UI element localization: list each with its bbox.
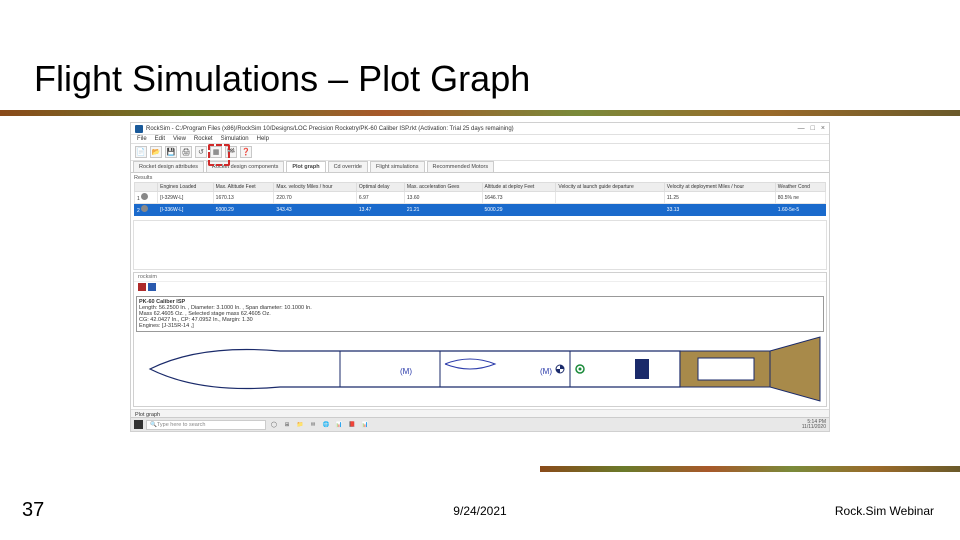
tab-rocket-design-attributes[interactable]: Rocket design attributes bbox=[133, 161, 204, 172]
cell: 1646.73 bbox=[482, 192, 556, 204]
slide-title: Flight Simulations – Plot Graph bbox=[34, 58, 530, 100]
cell: [I-329W-L] bbox=[158, 192, 214, 204]
tab-flight-simulations[interactable]: Flight simulations bbox=[370, 161, 425, 172]
windows-taskbar: 🔍 Type here to search ◯ ⊞ 📁 ✉ 🌐 📊 📕 📊 5:… bbox=[131, 417, 829, 431]
mass-marker-1: (M) bbox=[400, 367, 412, 376]
rocket-tab-label[interactable]: rocksim bbox=[138, 274, 157, 280]
cell: [I-336W-L] bbox=[158, 204, 214, 216]
task-view-icon[interactable]: ⊞ bbox=[282, 420, 292, 430]
empty-panel bbox=[133, 220, 827, 270]
menu-view[interactable]: View bbox=[173, 136, 186, 142]
app-tb-icon[interactable]: 📕 bbox=[347, 420, 357, 430]
clock-date: 11/11/2020 bbox=[802, 425, 826, 430]
print-icon[interactable]: 🖨 bbox=[180, 146, 192, 158]
accent-bar-bottom bbox=[540, 466, 960, 472]
plot-graph-icon[interactable]: ▦ bbox=[210, 146, 222, 158]
open-file-icon[interactable]: 📂 bbox=[150, 146, 162, 158]
col-weather[interactable]: Weather Cond bbox=[775, 183, 825, 192]
new-file-icon[interactable]: 📄 bbox=[135, 146, 147, 158]
top-view-icon[interactable] bbox=[148, 283, 156, 291]
menu-file[interactable]: File bbox=[137, 136, 147, 142]
save-icon[interactable]: 💾 bbox=[165, 146, 177, 158]
menu-help[interactable]: Help bbox=[257, 136, 269, 142]
footer-date: 9/24/2021 bbox=[453, 504, 506, 518]
help-icon[interactable]: ❓ bbox=[240, 146, 252, 158]
results-label: Results bbox=[134, 175, 826, 181]
cell: 11.25 bbox=[664, 192, 775, 204]
cell: 13.47 bbox=[356, 204, 404, 216]
cell bbox=[556, 192, 664, 204]
menu-simulation[interactable]: Simulation bbox=[221, 136, 249, 142]
col-vel-deploy[interactable]: Velocity at deployment Miles / hour bbox=[664, 183, 775, 192]
taskbar-search-input[interactable]: 🔍 Type here to search bbox=[146, 420, 266, 430]
mail-icon[interactable]: ✉ bbox=[308, 420, 318, 430]
cell bbox=[556, 204, 664, 216]
window-close-button[interactable]: × bbox=[821, 125, 825, 132]
mass-marker-2: (M) bbox=[540, 367, 552, 376]
col-max-accel[interactable]: Max. acceleration Gees bbox=[404, 183, 482, 192]
explorer-icon[interactable]: 📁 bbox=[295, 420, 305, 430]
row-status-icon bbox=[141, 205, 148, 212]
rocket-engines: Engines: [J-315R-14 ,] bbox=[139, 323, 821, 329]
row-status-icon bbox=[141, 193, 148, 200]
menu-rocket[interactable]: Rocket bbox=[194, 136, 213, 142]
app-titlebar: RockSim - C:/Program Files (x86)/RockSim… bbox=[131, 123, 829, 135]
cell: 80.5% ne bbox=[775, 192, 825, 204]
footer-title: Rock.Sim Webinar bbox=[835, 504, 934, 518]
tab-recommended-motors[interactable]: Recommended Motors bbox=[427, 161, 495, 172]
cell: 33.13 bbox=[664, 204, 775, 216]
powerpoint-icon[interactable]: 📊 bbox=[334, 420, 344, 430]
cell: 6.97 bbox=[356, 192, 404, 204]
app-icon bbox=[135, 125, 143, 133]
menu-edit[interactable]: Edit bbox=[155, 136, 165, 142]
rocket-diagram-panel: rocksim PK-60 Caliber ISP Length: 56.250… bbox=[133, 272, 827, 407]
toolbar: 📄 📂 💾 🖨 ↺ ▦ 🏁 ❓ bbox=[131, 144, 829, 161]
rocket-info-box: PK-60 Caliber ISP Length: 56.2500 In. , … bbox=[136, 296, 824, 332]
col-max-velocity[interactable]: Max. velocity Miles / hour bbox=[274, 183, 356, 192]
app-window-title: RockSim - C:/Program Files (x86)/RockSim… bbox=[146, 126, 514, 132]
rocket-diagram: (M) (M) bbox=[134, 334, 826, 404]
tab-plot-graph[interactable]: Plot graph bbox=[286, 161, 325, 172]
window-maximize-button[interactable]: □ bbox=[811, 125, 815, 132]
accent-bar-top bbox=[0, 110, 960, 116]
cell: 5000.29 bbox=[482, 204, 556, 216]
cell: 1670.13 bbox=[213, 192, 274, 204]
cg-marker-icon bbox=[556, 365, 564, 373]
cell: 13.60 bbox=[404, 192, 482, 204]
col-blank bbox=[135, 183, 158, 192]
app-tb-icon-2[interactable]: 📊 bbox=[360, 420, 370, 430]
table-row[interactable]: 1 [I-329W-L] 1670.13 220.70 6.97 13.60 1… bbox=[135, 192, 826, 204]
system-clock[interactable]: 5:14 PM 11/11/2020 bbox=[802, 420, 826, 430]
search-placeholder: Type here to search bbox=[157, 422, 206, 428]
app-window: RockSim - C:/Program Files (x86)/RockSim… bbox=[130, 122, 830, 432]
page-number: 37 bbox=[22, 499, 44, 522]
cell: 1.60-5e-5 bbox=[775, 204, 825, 216]
cell: 5000.29 bbox=[213, 204, 274, 216]
table-row-selected[interactable]: 2 [I-336W-L] 5000.29 343.43 13.47 21.21 … bbox=[135, 204, 826, 216]
cell: 220.70 bbox=[274, 192, 356, 204]
col-vel-launch[interactable]: Velocity at launch guide departure bbox=[556, 183, 664, 192]
cell: 21.21 bbox=[404, 204, 482, 216]
tab-cd-override[interactable]: Cd override bbox=[328, 161, 368, 172]
browser-icon[interactable]: 🌐 bbox=[321, 420, 331, 430]
col-alt-deploy[interactable]: Altitude at deploy Feet bbox=[482, 183, 556, 192]
table-header-row: Engines Loaded Max. Altitude Feet Max. v… bbox=[135, 183, 826, 192]
start-button-icon[interactable] bbox=[134, 420, 143, 429]
cell: 343.43 bbox=[274, 204, 356, 216]
window-minimize-button[interactable]: — bbox=[798, 125, 805, 132]
col-max-altitude[interactable]: Max. Altitude Feet bbox=[213, 183, 274, 192]
cortana-icon[interactable]: ◯ bbox=[269, 420, 279, 430]
reload-icon[interactable]: ↺ bbox=[195, 146, 207, 158]
col-optimal-delay[interactable]: Optimal delay bbox=[356, 183, 404, 192]
simulation-results-panel: Results Engines Loaded Max. Altitude Fee… bbox=[131, 173, 829, 218]
menubar: File Edit View Rocket Simulation Help bbox=[131, 135, 829, 144]
col-engines[interactable]: Engines Loaded bbox=[158, 183, 214, 192]
design-tabs: Rocket design attributes Rocket design c… bbox=[131, 161, 829, 173]
rail-button-icon bbox=[635, 359, 649, 379]
side-view-icon[interactable] bbox=[138, 283, 146, 291]
simulation-table: Engines Loaded Max. Altitude Feet Max. v… bbox=[134, 182, 826, 216]
